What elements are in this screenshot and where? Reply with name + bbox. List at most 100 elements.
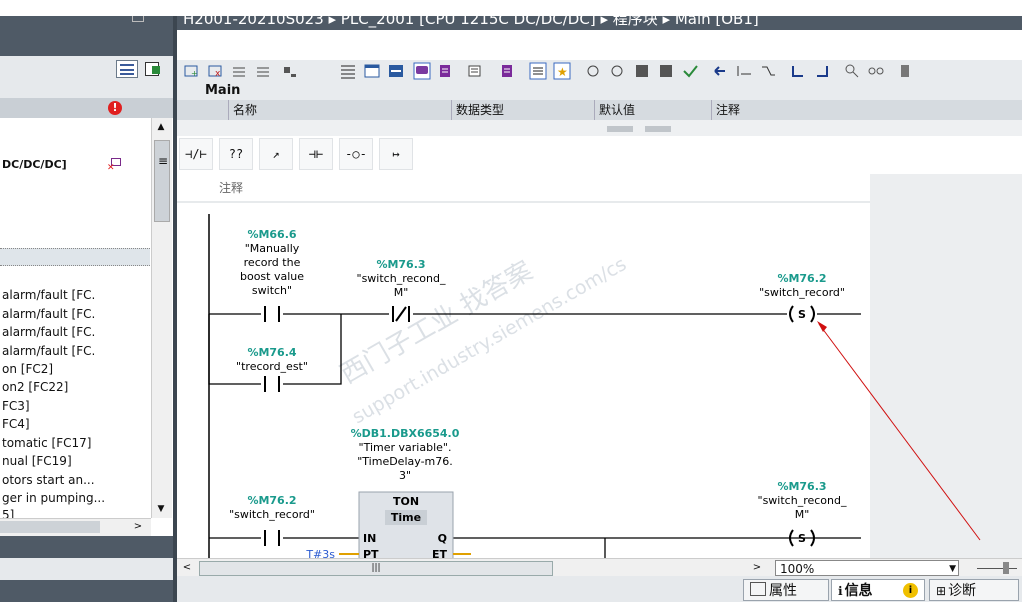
zoom-select[interactable]: 100% ▼ <box>775 560 959 576</box>
close-branch-button[interactable]: ↦ <box>379 138 413 170</box>
ton-timer-block[interactable]: TON Time IN Q PT ET <box>358 491 454 558</box>
tree-row[interactable] <box>0 138 150 156</box>
tab-diagnostics[interactable]: ⊞ 诊断 <box>929 579 1019 601</box>
tree-row[interactable] <box>0 174 150 192</box>
svg-text:ET: ET <box>432 548 448 558</box>
left-header: ! <box>0 98 173 118</box>
call-icon[interactable] <box>789 62 807 80</box>
left-bottom-panel <box>0 536 173 602</box>
tree-row[interactable] <box>0 118 150 136</box>
svg-text:★: ★ <box>557 65 568 79</box>
add-row-icon[interactable] <box>255 62 273 80</box>
step-icon[interactable] <box>759 62 777 80</box>
tree-item[interactable]: alarm/fault [FC. <box>0 305 150 323</box>
hscroll-thumb[interactable] <box>0 521 100 533</box>
menu-lines-icon[interactable]: ≡ <box>158 154 168 168</box>
coil-button[interactable]: -○- <box>339 138 373 170</box>
monitor-icon[interactable] <box>467 62 485 80</box>
tree-item[interactable]: on2 [FC22] <box>0 378 150 396</box>
left-vertical-scrollbar[interactable]: ▲ ▼ <box>151 118 172 518</box>
zoom-slider-handle[interactable] <box>1003 562 1009 574</box>
tree-row-selected[interactable] <box>0 248 150 266</box>
compare-icon[interactable] <box>633 62 651 80</box>
hscroll-thumb[interactable]: ||| <box>199 561 553 576</box>
nc-contact-button[interactable]: ⊣/⊢ <box>179 138 213 170</box>
tree-row[interactable] <box>0 268 150 286</box>
scroll-up-icon[interactable]: ▲ <box>154 120 168 134</box>
scroll-right-icon[interactable]: > <box>128 519 148 535</box>
watch-icon[interactable] <box>437 62 455 80</box>
maximize-icon[interactable] <box>132 16 144 22</box>
delete-network-icon[interactable]: x <box>207 62 225 80</box>
svg-text:switch": switch" <box>252 284 292 297</box>
comment-icon[interactable] <box>413 62 431 80</box>
indent-icon[interactable] <box>735 62 753 80</box>
goto2-icon[interactable] <box>609 62 627 80</box>
window2-icon[interactable] <box>387 62 405 80</box>
empty-box-button[interactable]: ?? <box>219 138 253 170</box>
tab-properties[interactable]: 属性 <box>743 579 829 601</box>
diagnostics-icon: ⊞ <box>936 584 947 598</box>
watch2-icon[interactable] <box>499 62 517 80</box>
scroll-left-icon[interactable]: < <box>179 560 195 576</box>
add-block-icon[interactable] <box>143 60 161 76</box>
scroll-right-icon[interactable]: > <box>749 560 765 576</box>
column-default[interactable]: 默认值 <box>595 100 712 120</box>
tree-row[interactable] <box>0 210 150 228</box>
download-icon[interactable] <box>681 62 699 80</box>
interface-splitter[interactable] <box>177 120 1022 136</box>
tab-info-label: 信息 <box>844 583 873 599</box>
info-icon: i <box>903 583 918 598</box>
insert-row-icon[interactable] <box>231 62 249 80</box>
memory-icon[interactable] <box>897 62 915 80</box>
tab-properties-label: 属性 <box>769 583 797 599</box>
svg-text:%DB1.DBX6654.0: %DB1.DBX6654.0 <box>351 427 460 440</box>
tree-item[interactable]: alarm/fault [FC. <box>0 342 150 360</box>
tree-row-cpu[interactable]: DC/DC/DC] ✕ <box>0 156 150 174</box>
ladder-instruction-bar: ⊣/⊢ ?? ↗ ⊣⊢ -○- ↦ <box>177 136 1022 175</box>
chevron-down-icon[interactable]: ▼ <box>949 561 956 577</box>
editor-horizontal-scrollbar[interactable]: < ||| > 100% ▼ <box>177 558 1022 577</box>
favorite-icon[interactable]: ★ <box>553 62 571 80</box>
glasses-icon[interactable] <box>867 62 885 80</box>
svg-text:"Timer variable".: "Timer variable". <box>359 441 452 454</box>
goto-icon[interactable] <box>585 62 603 80</box>
svg-text:"switch_record": "switch_record" <box>229 508 315 521</box>
tree-item[interactable]: FC4] <box>0 415 150 433</box>
compare2-icon[interactable] <box>657 62 675 80</box>
tree-item[interactable]: alarm/fault [FC. <box>0 323 150 341</box>
return-icon[interactable] <box>813 62 831 80</box>
tree-item[interactable]: FC3] <box>0 397 150 415</box>
column-comment[interactable]: 注释 <box>712 100 1022 120</box>
editor-spacer <box>177 30 1022 60</box>
zoom-slider[interactable] <box>977 568 1017 569</box>
list-view-icon[interactable] <box>339 62 357 80</box>
splitter-up-handle[interactable] <box>607 126 633 132</box>
scroll-down-icon[interactable]: ▼ <box>154 502 168 516</box>
splitter-down-handle[interactable] <box>645 126 671 132</box>
tree-item[interactable]: ger in pumping... <box>0 489 150 507</box>
detail-view-icon[interactable] <box>116 60 138 78</box>
tree-item[interactable]: alarm/fault [FC. <box>0 286 150 304</box>
column-datatype[interactable]: 数据类型 <box>452 100 595 120</box>
search-icon[interactable] <box>843 62 861 80</box>
tree-item[interactable]: otors start an... <box>0 471 150 489</box>
tree-row[interactable] <box>0 192 150 210</box>
tree-item[interactable]: tomatic [FC17] <box>0 434 150 452</box>
scroll-thumb[interactable] <box>154 140 170 222</box>
left-horizontal-scrollbar[interactable]: > <box>0 518 151 537</box>
cpu-error-icon: ✕ <box>107 158 121 173</box>
no-contact-button[interactable]: ⊣⊢ <box>299 138 333 170</box>
window-icon[interactable] <box>363 62 381 80</box>
open-branch-button[interactable]: ↗ <box>259 138 293 170</box>
insert-network-icon[interactable]: + <box>183 62 201 80</box>
prev-icon[interactable] <box>711 62 729 80</box>
open-all-icon[interactable] <box>281 62 299 80</box>
list-icon[interactable] <box>529 62 547 80</box>
tree-item[interactable]: nual [FC19] <box>0 452 150 470</box>
block-header: Main <box>177 82 1022 100</box>
tab-info[interactable]: ℹ 信息 i <box>831 579 925 601</box>
network-comment[interactable]: 注释 <box>219 180 243 195</box>
column-name[interactable]: 名称 <box>229 100 452 120</box>
tree-item[interactable]: on [FC2] <box>0 360 150 378</box>
